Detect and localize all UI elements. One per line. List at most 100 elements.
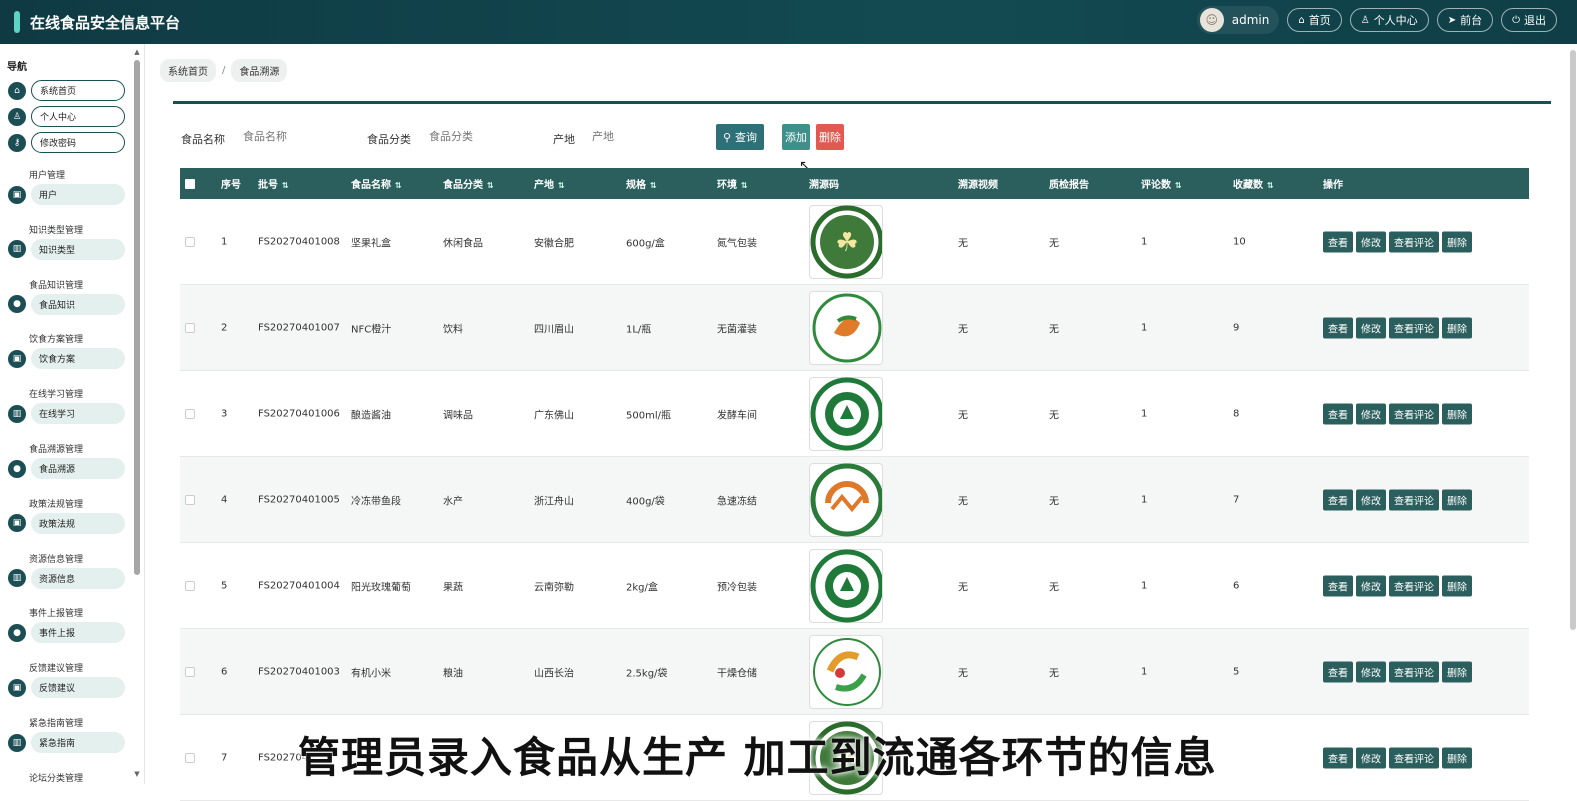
view-comments-button[interactable]: 查看评论	[1389, 575, 1439, 596]
view-comments-button[interactable]: 查看评论	[1389, 231, 1439, 252]
page-scrollbar[interactable]	[1570, 50, 1576, 630]
edit-button[interactable]: 修改	[1356, 403, 1386, 424]
view-button[interactable]: 查看	[1323, 231, 1353, 252]
sidebar-item-9[interactable]: ● 事件上报	[8, 622, 125, 644]
delete-row-button[interactable]: 删除	[1442, 403, 1472, 424]
view-comments-button[interactable]: 查看评论	[1389, 403, 1439, 424]
edit-button[interactable]: 修改	[1356, 575, 1386, 596]
sidebar-item-2[interactable]: ▥ 知识类型	[8, 238, 125, 260]
table-cell: 7	[221, 752, 228, 763]
view-comments-button[interactable]: 查看评论	[1389, 747, 1439, 768]
delete-row-button[interactable]: 删除	[1442, 661, 1472, 682]
column-header[interactable]: 收藏数 ⇅	[1233, 176, 1274, 191]
sidebar-group-title: 知识类型管理	[29, 225, 84, 236]
edit-button[interactable]: 修改	[1356, 317, 1386, 338]
logout-button[interactable]: ⏻ 退出	[1501, 8, 1557, 32]
trace-code-image[interactable]	[809, 548, 883, 623]
view-comments-button[interactable]: 查看评论	[1389, 661, 1439, 682]
view-comments-button[interactable]: 查看评论	[1389, 317, 1439, 338]
edit-button[interactable]: 修改	[1356, 747, 1386, 768]
sidebar-item-10[interactable]: ▣ 反馈建议	[8, 677, 125, 699]
view-button[interactable]: 查看	[1323, 403, 1353, 424]
table-cell: 云南弥勒	[534, 582, 574, 593]
sidebar-scrollbar[interactable]: ▲ ▼	[133, 48, 141, 778]
sidebar-scroll-thumb[interactable]	[134, 60, 140, 575]
column-header[interactable]: 环境 ⇅	[717, 176, 748, 191]
sidebar-item-home[interactable]: ⌂ 系统首页	[8, 80, 125, 101]
breadcrumb: 系统首页 / 食品溯源	[160, 59, 288, 82]
table-cell: 饮料	[443, 324, 463, 335]
row-checkbox[interactable]	[185, 236, 195, 247]
sidebar-item-11[interactable]: ▥ 紧急指南	[8, 732, 125, 753]
trace-code-image[interactable]	[809, 634, 883, 709]
sidebar-item-8[interactable]: ▥ 资源信息	[8, 567, 125, 589]
edit-button[interactable]: 修改	[1356, 489, 1386, 510]
view-button[interactable]: 查看	[1323, 575, 1353, 596]
select-all-checkbox[interactable]	[185, 178, 195, 189]
trace-code-image[interactable]	[809, 290, 883, 365]
delete-row-button[interactable]: 删除	[1442, 231, 1472, 252]
pin-icon: ●	[8, 459, 26, 478]
sidebar-item-profile[interactable]: ♙ 个人中心	[8, 106, 125, 127]
sidebar-item-1[interactable]: ▣ 用户	[8, 184, 125, 205]
trace-code-image[interactable]	[809, 462, 883, 537]
user-chip[interactable]: ☺ admin	[1196, 6, 1280, 34]
column-header[interactable]: 食品分类 ⇅	[443, 176, 494, 191]
scroll-up-icon[interactable]: ▲	[133, 48, 141, 56]
table-cell: FS20270401005	[258, 494, 340, 505]
breadcrumb-home[interactable]: 系统首页	[160, 59, 216, 82]
sidebar-item-password[interactable]: ⚷ 修改密码	[8, 132, 125, 153]
table-cell: FS20270401004	[258, 580, 340, 591]
sidebar-item-6[interactable]: ● 食品溯源	[8, 458, 125, 479]
sidebar-item-5[interactable]: ▥ 在线学习	[8, 403, 125, 425]
query-button[interactable]: ⚲ 查询	[716, 124, 764, 150]
name-filter-input[interactable]	[243, 130, 343, 143]
trace-code-image[interactable]	[809, 376, 883, 451]
row-checkbox[interactable]	[185, 580, 195, 591]
column-header[interactable]: 产地 ⇅	[534, 176, 565, 191]
delete-button[interactable]: 删除	[816, 124, 844, 150]
column-header[interactable]: 食品名称 ⇅	[351, 176, 402, 191]
view-button[interactable]: 查看	[1323, 317, 1353, 338]
column-header[interactable]: 评论数 ⇅	[1141, 176, 1182, 191]
home-button[interactable]: ⌂ 首页	[1287, 8, 1342, 32]
origin-filter-input[interactable]	[592, 130, 692, 143]
sidebar-item-3[interactable]: ● 食品知识	[8, 293, 125, 315]
table-cell: 广东佛山	[534, 410, 574, 421]
table-cell: 急速冻结	[717, 496, 757, 507]
send-icon: ➤	[1447, 14, 1457, 26]
row-checkbox[interactable]	[185, 408, 195, 419]
svg-text:☘: ☘	[835, 228, 858, 258]
category-filter-input[interactable]	[429, 130, 529, 143]
row-checkbox[interactable]	[185, 494, 195, 505]
view-comments-button[interactable]: 查看评论	[1389, 489, 1439, 510]
table-cell: 8	[1233, 408, 1240, 419]
profile-button[interactable]: ♙ 个人中心	[1349, 8, 1429, 32]
table-cell: 1	[1141, 494, 1148, 505]
scroll-down-icon[interactable]: ▼	[133, 770, 141, 778]
column-header[interactable]: 批号 ⇅	[258, 176, 289, 191]
add-button[interactable]: 添加	[782, 124, 810, 150]
delete-row-button[interactable]: 删除	[1442, 317, 1472, 338]
sidebar-item-4[interactable]: ▣ 饮食方案	[8, 348, 125, 370]
edit-button[interactable]: 修改	[1356, 231, 1386, 252]
delete-row-button[interactable]: 删除	[1442, 489, 1472, 510]
row-checkbox[interactable]	[185, 322, 195, 333]
table-cell: 9	[1233, 322, 1240, 333]
view-button[interactable]: 查看	[1323, 661, 1353, 682]
user-icon: ♙	[1360, 14, 1370, 26]
frontend-button[interactable]: ➤ 前台	[1436, 8, 1494, 32]
header-divider	[173, 101, 1551, 104]
sort-icon: ⇅	[282, 181, 289, 190]
view-button[interactable]: 查看	[1323, 489, 1353, 510]
trace-code-image[interactable]: ☘	[809, 204, 883, 279]
delete-row-button[interactable]: 删除	[1442, 575, 1472, 596]
view-button[interactable]: 查看	[1323, 747, 1353, 768]
table-cell: 氮气包装	[717, 238, 757, 249]
row-checkbox[interactable]	[185, 752, 195, 763]
delete-row-button[interactable]: 删除	[1442, 747, 1472, 768]
edit-button[interactable]: 修改	[1356, 661, 1386, 682]
row-checkbox[interactable]	[185, 666, 195, 677]
sidebar-item-7[interactable]: ▣ 政策法规	[8, 512, 125, 534]
column-header[interactable]: 规格 ⇅	[626, 176, 657, 191]
